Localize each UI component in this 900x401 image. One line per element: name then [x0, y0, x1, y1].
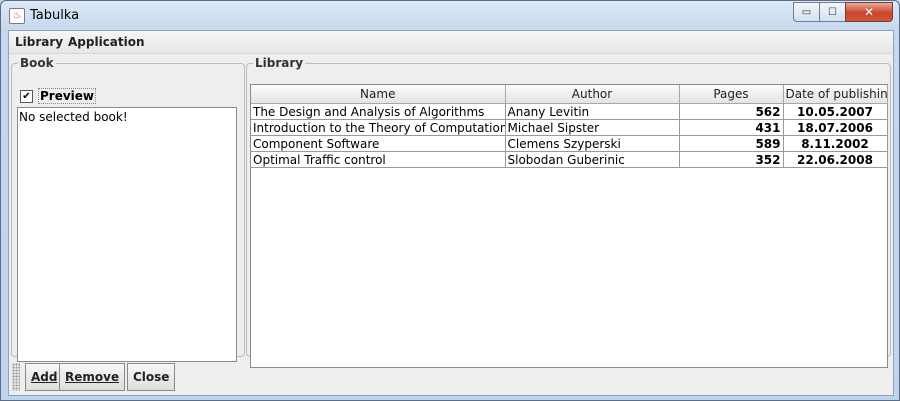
preview-checkbox-row[interactable]: ✔ Preview — [20, 88, 97, 104]
cell-name[interactable]: Component Software — [251, 135, 506, 152]
column-header-date[interactable]: Date of publishing — [782, 85, 888, 104]
minimize-icon: ▭ — [801, 6, 812, 18]
menu-application[interactable]: Application — [68, 35, 145, 49]
window-title: Tabulka — [30, 8, 80, 23]
library-panel: Library Name Author Pages Date of publis… — [246, 56, 891, 368]
table-row[interactable]: Optimal Traffic control Slobodan Guberin… — [251, 151, 888, 168]
menu-library[interactable]: Library — [15, 35, 63, 49]
column-header-pages[interactable]: Pages — [678, 85, 784, 104]
table-header-row: Name Author Pages Date of publishing — [251, 85, 888, 104]
book-details-text[interactable]: No selected book! — [17, 107, 237, 362]
cell-pages[interactable]: 589 — [678, 135, 784, 152]
cell-date[interactable]: 22.06.2008 — [782, 151, 888, 168]
cell-name[interactable]: Optimal Traffic control — [251, 151, 506, 168]
cell-pages[interactable]: 431 — [678, 119, 784, 136]
book-panel-title: Book — [20, 56, 54, 70]
maximize-icon: ☐ — [828, 6, 837, 18]
close-window-button[interactable]: ✕ — [845, 2, 893, 22]
preview-checkbox[interactable]: ✔ — [20, 89, 33, 103]
window-controls: ▭ ☐ ✕ — [793, 2, 893, 22]
book-panel: Book ✔ Preview No selected book! — [11, 56, 245, 362]
menu-bar: Library Application — [9, 31, 893, 54]
table-row[interactable]: Introduction to the Theory of Computatio… — [251, 119, 888, 136]
column-header-name[interactable]: Name — [251, 85, 506, 104]
cell-author[interactable]: Clemens Szyperski — [504, 135, 680, 152]
cell-author[interactable]: Slobodan Guberinic — [504, 151, 680, 168]
cell-name[interactable]: The Design and Analysis of Algorithms — [251, 103, 506, 120]
cell-pages[interactable]: 562 — [678, 103, 784, 120]
cell-author[interactable]: Anany Levitin — [504, 103, 680, 120]
client-area: Library Application Book ✔ Preview No se… — [8, 30, 894, 396]
cell-author[interactable]: Michael Sipster — [504, 119, 680, 136]
library-table-viewport[interactable]: Name Author Pages Date of publishing The… — [250, 84, 888, 368]
cell-name[interactable]: Introduction to the Theory of Computatio… — [251, 119, 506, 136]
title-bar[interactable]: ♨ Tabulka ▭ ☐ ✕ — [1, 1, 899, 30]
table-row[interactable]: Component Software Clemens Szyperski 589… — [251, 135, 888, 152]
app-window: ♨ Tabulka ▭ ☐ ✕ Library Application Book… — [0, 0, 900, 401]
preview-label[interactable]: Preview — [38, 88, 97, 104]
close-icon: ✕ — [863, 5, 875, 19]
library-table: Name Author Pages Date of publishing The… — [251, 85, 888, 168]
cell-date[interactable]: 8.11.2002 — [782, 135, 888, 152]
library-panel-title: Library — [255, 56, 304, 70]
minimize-button[interactable]: ▭ — [793, 2, 819, 22]
cell-date[interactable]: 18.07.2006 — [782, 119, 888, 136]
cell-date[interactable]: 10.05.2007 — [782, 103, 888, 120]
maximize-button[interactable]: ☐ — [819, 2, 845, 22]
toolbar: Add Remove Close — [9, 359, 893, 395]
toolbar-grip-handle[interactable] — [12, 363, 20, 391]
close-button[interactable]: Close — [127, 363, 176, 391]
column-header-author[interactable]: Author — [504, 85, 680, 104]
remove-button[interactable]: Remove — [59, 363, 126, 391]
add-button[interactable]: Add — [25, 363, 64, 391]
java-cup-icon: ♨ — [9, 8, 25, 24]
cell-pages[interactable]: 352 — [678, 151, 784, 168]
table-row[interactable]: The Design and Analysis of Algorithms An… — [251, 103, 888, 120]
